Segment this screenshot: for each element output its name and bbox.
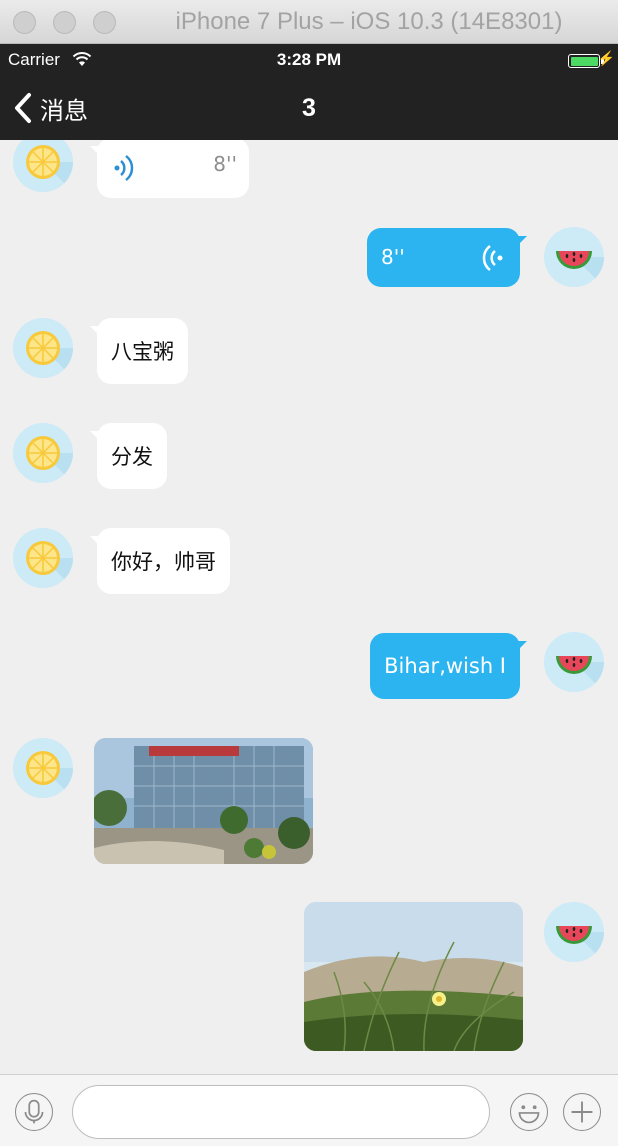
simulator-titlebar: iPhone 7 Plus – iOS 10.3 (14E8301) bbox=[0, 0, 618, 44]
navigation-bar: 消息 3 bbox=[0, 76, 618, 140]
close-window-button[interactable] bbox=[13, 11, 36, 34]
lemon-avatar[interactable] bbox=[13, 318, 73, 378]
voice-wave-icon bbox=[114, 155, 134, 181]
plus-icon bbox=[571, 1101, 593, 1123]
message-bubble-voice[interactable]: 8'' bbox=[367, 228, 527, 287]
lemon-avatar[interactable] bbox=[13, 738, 73, 798]
voice-duration: 8'' bbox=[381, 245, 405, 269]
lemon-avatar[interactable] bbox=[13, 528, 73, 588]
message-list[interactable]: 8'' 8'' 八宝粥 分发 你好，帅哥 Bihar,wish I bbox=[0, 140, 618, 1074]
voice-duration: 8'' bbox=[213, 152, 237, 176]
message-text: 分发 bbox=[111, 445, 153, 469]
message-bubble-text[interactable]: 八宝粥 bbox=[90, 318, 188, 384]
lemon-avatar[interactable] bbox=[13, 423, 73, 483]
message-text: 八宝粥 bbox=[111, 340, 174, 364]
window-title: iPhone 7 Plus – iOS 10.3 (14E8301) bbox=[175, 8, 563, 35]
smiley-icon bbox=[518, 1105, 540, 1124]
minimize-window-button[interactable] bbox=[53, 11, 76, 34]
message-bubble-voice[interactable]: 8'' bbox=[90, 140, 249, 198]
watermelon-avatar[interactable] bbox=[544, 227, 604, 287]
microphone-icon bbox=[24, 1099, 44, 1124]
zoom-window-button[interactable] bbox=[93, 11, 116, 34]
watermelon-avatar[interactable] bbox=[544, 902, 604, 962]
conversation-title: 3 bbox=[302, 94, 316, 122]
bolt-icon: ⚡ bbox=[597, 50, 615, 66]
battery-icon bbox=[568, 54, 600, 68]
lemon-avatar[interactable] bbox=[13, 140, 73, 192]
message-bubble-text[interactable]: 分发 bbox=[90, 423, 167, 489]
message-input[interactable] bbox=[72, 1085, 490, 1139]
message-text: Bihar,wish I bbox=[384, 654, 506, 678]
voice-wave-icon bbox=[482, 245, 503, 271]
message-bubble-text[interactable]: 你好，帅哥 bbox=[90, 528, 230, 594]
status-time: 3:28 PM bbox=[276, 50, 342, 69]
status-bar: Carrier 3:28 PM ⚡ bbox=[0, 44, 618, 76]
message-text: 你好，帅哥 bbox=[111, 550, 216, 574]
watermelon-avatar[interactable] bbox=[544, 632, 604, 692]
plus-button[interactable] bbox=[563, 1093, 601, 1131]
microphone-button[interactable] bbox=[15, 1093, 53, 1131]
beach-grass-photo[interactable] bbox=[304, 902, 523, 1051]
building-photo[interactable] bbox=[94, 738, 313, 864]
back-button[interactable]: 消息 bbox=[12, 90, 88, 126]
input-toolbar bbox=[0, 1074, 618, 1146]
back-label: 消息 bbox=[40, 96, 88, 125]
chevron-left-icon bbox=[15, 93, 31, 123]
message-bubble-text[interactable]: Bihar,wish I bbox=[370, 633, 527, 699]
emoji-button[interactable] bbox=[510, 1093, 548, 1131]
